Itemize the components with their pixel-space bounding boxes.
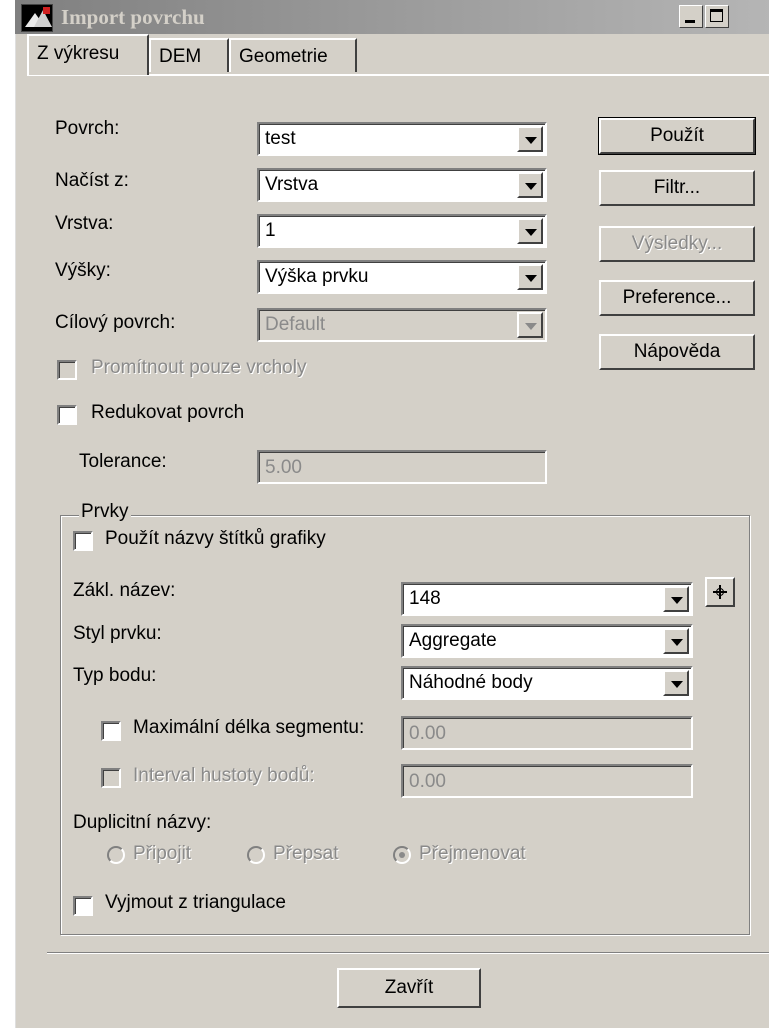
tolerance-field[interactable]: 5.00 — [257, 450, 547, 484]
radio-prepsat-label: Přepsat — [273, 843, 339, 864]
redukovat-label: Redukovat povrch — [91, 402, 245, 423]
max-delka-checkbox[interactable] — [101, 721, 121, 741]
styl-prvku-value: Aggregate — [409, 630, 497, 651]
pouzit-button[interactable]: Použít — [598, 117, 756, 155]
chevron-down-icon[interactable] — [663, 670, 689, 696]
vrstva-combo[interactable]: 1 — [257, 214, 547, 248]
vyjmout-label: Vyjmout z triangulace — [105, 892, 286, 913]
radio-pripojit[interactable] — [107, 846, 125, 864]
tolerance-label: Tolerance: — [79, 451, 167, 472]
maximize-button[interactable] — [705, 5, 729, 28]
promitnout-label: Promítnout pouze vrcholy — [91, 357, 307, 378]
window-title: Import povrchu — [61, 5, 205, 29]
chevron-down-icon[interactable] — [517, 126, 543, 152]
vyjmout-checkbox[interactable] — [73, 896, 93, 916]
napoveda-button[interactable]: Nápověda — [599, 334, 755, 370]
chevron-down-icon[interactable] — [517, 172, 543, 198]
interval-label: Interval hustoty bodů: — [133, 765, 315, 786]
cilovy-povrch-value: Default — [265, 314, 326, 335]
footer-separator — [47, 952, 769, 954]
tolerance-value: 5.00 — [265, 457, 302, 478]
vrstva-value: 1 — [265, 220, 276, 241]
radio-prepsat[interactable] — [247, 846, 265, 864]
max-delka-field[interactable]: 0.00 — [401, 716, 693, 750]
cilovy-povrch-label: Cílový povrch: — [55, 312, 176, 333]
dialog-window: Import povrchu Z výkresu DEM Geometrie P… — [13, 0, 769, 1028]
chevron-down-icon[interactable] — [663, 628, 689, 654]
typ-bodu-label: Typ bodu: — [73, 665, 157, 686]
zakl-nazev-value: 148 — [409, 588, 441, 609]
title-bar[interactable]: Import povrchu — [15, 0, 769, 34]
radio-pripojit-label: Připojit — [133, 843, 192, 864]
styl-prvku-combo[interactable]: Aggregate — [401, 624, 693, 658]
filtr-button[interactable]: Filtr... — [599, 170, 755, 206]
promitnout-checkbox[interactable] — [57, 360, 77, 380]
zakl-nazev-combo[interactable]: 148 — [401, 582, 693, 616]
app-icon — [21, 4, 53, 32]
zavrit-button[interactable]: Zavřít — [337, 968, 481, 1008]
cilovy-povrch-combo[interactable]: Default — [257, 308, 547, 342]
max-delka-label: Maximální délka segmentu: — [133, 717, 365, 738]
tab-geometrie[interactable]: Geometrie — [229, 38, 357, 72]
interval-field[interactable]: 0.00 — [401, 764, 693, 798]
vysky-label: Výšky: — [55, 260, 111, 281]
styl-prvku-label: Styl prvku: — [73, 623, 162, 644]
radio-prejmenovat-label: Přejmenovat — [419, 843, 526, 864]
chevron-down-icon[interactable] — [663, 586, 689, 612]
use-labels-checkbox[interactable] — [73, 531, 93, 551]
interval-value: 0.00 — [409, 771, 446, 792]
use-labels-label: Použít názvy štítků grafiky — [105, 528, 326, 549]
preference-button[interactable]: Preference... — [599, 280, 755, 316]
nacist-z-combo[interactable]: Vrstva — [257, 168, 547, 202]
povrch-combo[interactable]: test — [257, 122, 547, 156]
chevron-down-icon[interactable] — [517, 264, 543, 290]
vysledky-button[interactable]: Výsledky... — [599, 226, 755, 262]
redukovat-checkbox[interactable] — [57, 405, 77, 425]
tab-z-vykresu[interactable]: Z výkresu — [27, 34, 149, 75]
typ-bodu-value: Náhodné body — [409, 672, 533, 693]
typ-bodu-combo[interactable]: Náhodné body — [401, 666, 693, 700]
duplicitni-label: Duplicitní názvy: — [73, 812, 212, 833]
crosshair-pick-icon[interactable] — [705, 577, 735, 607]
chevron-down-icon[interactable] — [517, 218, 543, 244]
minimize-button[interactable] — [679, 5, 703, 28]
vrstva-label: Vrstva: — [55, 213, 114, 234]
interval-checkbox[interactable] — [101, 768, 121, 788]
prvky-group-title: Prvky — [79, 501, 131, 523]
zakl-nazev-label: Zákl. název: — [73, 580, 176, 601]
nacist-z-value: Vrstva — [265, 174, 319, 195]
povrch-label: Povrch: — [55, 118, 120, 139]
nacist-z-label: Načíst z: — [55, 170, 129, 191]
povrch-value: test — [265, 128, 296, 149]
max-delka-value: 0.00 — [409, 723, 446, 744]
chevron-down-icon[interactable] — [517, 312, 543, 338]
radio-prejmenovat[interactable] — [393, 846, 411, 864]
vysky-combo[interactable]: Výška prvku — [257, 260, 547, 294]
vysky-value: Výška prvku — [265, 266, 369, 287]
tab-dem[interactable]: DEM — [149, 38, 229, 72]
